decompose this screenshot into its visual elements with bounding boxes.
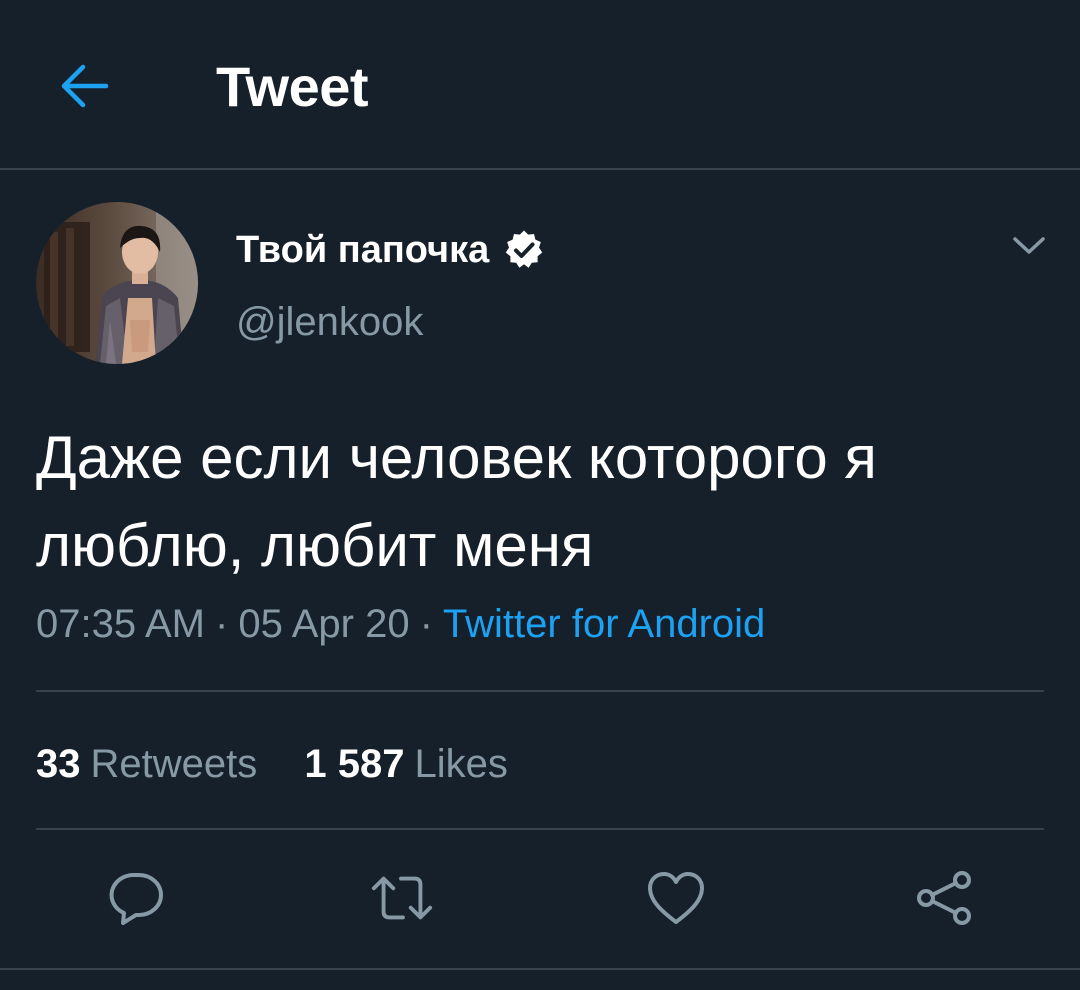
tweet-source-link[interactable]: Twitter for Android (443, 602, 765, 646)
divider (36, 828, 1044, 830)
verified-badge-icon (503, 229, 545, 271)
like-button[interactable] (644, 866, 708, 930)
arrow-left-icon (61, 64, 109, 108)
comment-icon (109, 873, 163, 925)
meta-separator: · (419, 602, 433, 646)
author-display-name: Твой папочка (236, 229, 490, 271)
tweet-date: 05 Apr 20 (238, 602, 410, 646)
share-button[interactable] (912, 866, 976, 930)
likes-count: 1 587 (304, 742, 405, 786)
share-icon (917, 871, 971, 925)
retweet-button[interactable] (370, 866, 434, 930)
divider (0, 968, 1080, 970)
tweet-text: Даже если человек которого я люблю, люби… (36, 424, 877, 579)
chevron-down-icon (1013, 237, 1045, 254)
tweet-stats: 33 Retweets 1 587 Likes (36, 740, 508, 788)
tweet-meta: 07:35 AM · 05 Apr 20 · Twitter for Android (36, 600, 765, 648)
meta-separator: · (215, 602, 229, 646)
top-app-bar: Tweet (0, 0, 1080, 170)
reply-button[interactable] (104, 866, 168, 930)
avatar[interactable] (36, 202, 198, 364)
retweets-stat[interactable]: 33 Retweets (36, 740, 257, 788)
author-name-row[interactable]: Твой папочка (236, 226, 545, 274)
divider (36, 690, 1044, 692)
more-options-button[interactable] (1006, 226, 1052, 266)
likes-stat[interactable]: 1 587 Likes (304, 740, 508, 788)
back-button[interactable] (52, 56, 116, 116)
retweet-icon (371, 876, 433, 920)
likes-label: Likes (414, 742, 508, 786)
retweets-label: Retweets (90, 742, 258, 786)
avatar-photo (36, 202, 198, 364)
author-handle[interactable]: @jlenkook (236, 298, 423, 346)
heart-icon (648, 872, 704, 924)
page-title: Tweet (216, 55, 369, 118)
retweets-count: 33 (36, 742, 81, 786)
tweet-time: 07:35 AM (36, 602, 206, 646)
